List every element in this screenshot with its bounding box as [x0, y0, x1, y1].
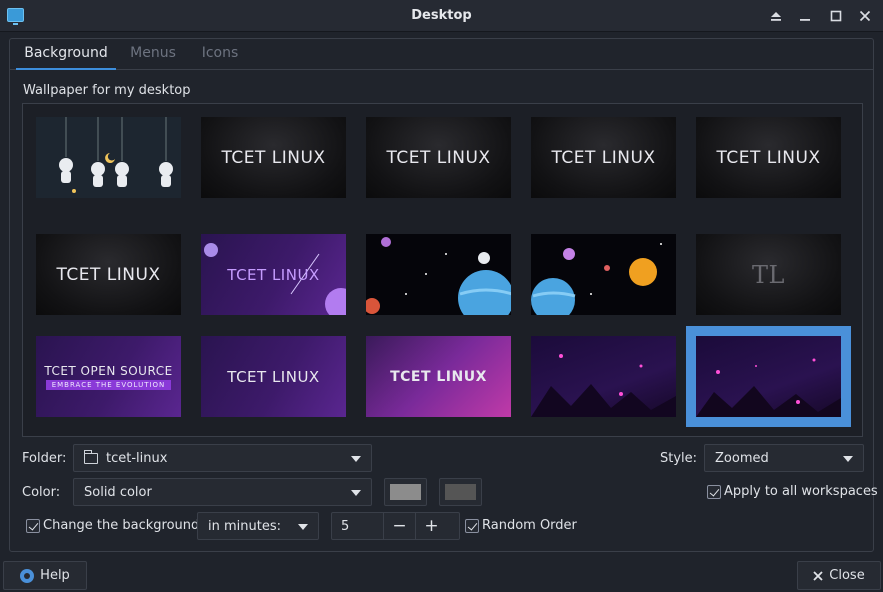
interval-value: 5 [341, 519, 350, 534]
wallpaper-thumbnail[interactable]: TCET LINUX [531, 117, 676, 198]
help-button[interactable]: Help [3, 561, 87, 590]
wallpaper-caption: TCET LINUX [390, 368, 487, 385]
primary-color-swatch [390, 484, 421, 500]
chevron-down-icon [351, 456, 361, 462]
folder-icon [84, 450, 98, 464]
wallpaper-grid: TCET LINUX TCET LINUX TCET LINUX TCET LI… [22, 103, 863, 437]
random-order-checkbox[interactable] [465, 519, 479, 533]
window-title: Desktop [411, 8, 472, 23]
title-bar: Desktop [0, 0, 883, 32]
astronauts-icon [59, 117, 173, 193]
folder-value: tcet-linux [106, 451, 168, 466]
apply-all-checkbox[interactable] [707, 485, 721, 499]
wallpaper-caption: TCET LINUX [716, 147, 821, 168]
eject-icon[interactable] [766, 6, 786, 26]
color-mode-dropdown[interactable]: Solid color [73, 478, 372, 506]
close-icon[interactable] [855, 6, 875, 26]
tab-menus[interactable]: Menus [118, 39, 188, 70]
primary-color-button[interactable] [384, 478, 427, 506]
tab-icons[interactable]: Icons [190, 39, 250, 70]
chevron-down-icon [351, 490, 361, 496]
wallpaper-thumbnail[interactable] [531, 336, 676, 417]
wallpaper-thumbnail[interactable]: TCET LINUX [201, 234, 346, 315]
wallpaper-thumbnail[interactable] [366, 234, 511, 315]
wallpaper-caption: TCET LINUX [56, 264, 161, 285]
tab-bar: Background Menus Icons [10, 39, 873, 70]
wallpaper-thumbnail[interactable]: TCET LINUX [366, 117, 511, 198]
wallpaper-thumbnail[interactable] [531, 234, 676, 315]
color-mode-value: Solid color [84, 485, 152, 500]
wallpaper-caption: TCET LINUX [386, 147, 491, 168]
close-icon [813, 570, 823, 581]
tab-background[interactable]: Background [16, 39, 116, 70]
folder-dropdown[interactable]: tcet-linux [73, 444, 372, 472]
help-icon [20, 568, 35, 583]
abstract-scene-icon [531, 354, 676, 417]
change-background-label: Change the background [43, 518, 200, 533]
chevron-down-icon [843, 456, 853, 462]
wallpaper-caption: TL [752, 260, 785, 289]
wallpaper-thumbnail[interactable]: TCET OPEN SOURCE EMBRACE THE EVOLUTION [36, 336, 181, 417]
wallpaper-thumbnail[interactable]: TCET LINUX [696, 117, 841, 198]
secondary-color-swatch [445, 484, 476, 500]
wallpaper-thumbnail[interactable]: TCET LINUX [366, 336, 511, 417]
minus-icon[interactable]: − [383, 513, 415, 539]
chevron-down-icon [298, 524, 308, 530]
style-label: Style: [660, 451, 698, 466]
wallpaper-thumbnail[interactable] [36, 117, 181, 198]
plus-icon[interactable]: + [415, 513, 447, 539]
apply-all-label: Apply to all workspaces [724, 484, 878, 499]
interval-spinbox[interactable]: 5 − + [331, 512, 460, 540]
wallpaper-caption: TCET LINUX [551, 147, 656, 168]
interval-mode-value: in minutes: [208, 519, 281, 534]
color-label: Color: [22, 485, 61, 500]
style-value: Zoomed [715, 451, 769, 466]
settings-panel: Background Menus Icons Wallpaper for my … [9, 38, 878, 552]
wallpaper-thumbnail-selected[interactable] [686, 326, 851, 427]
wallpaper-thumbnail[interactable]: TCET LINUX [36, 234, 181, 315]
wallpaper-thumbnail[interactable]: TL [696, 234, 841, 315]
help-button-label: Help [40, 568, 70, 583]
maximize-icon[interactable] [826, 6, 846, 26]
abstract-scene-icon [696, 358, 841, 417]
close-button[interactable]: Close [797, 561, 881, 590]
style-dropdown[interactable]: Zoomed [704, 444, 864, 472]
wallpaper-subcaption: EMBRACE THE EVOLUTION [45, 379, 172, 390]
secondary-color-button[interactable] [439, 478, 482, 506]
change-background-checkbox[interactable] [26, 519, 40, 533]
folder-label: Folder: [22, 451, 67, 466]
space-scene-icon [531, 243, 662, 315]
close-button-label: Close [829, 568, 865, 583]
wallpaper-section-label: Wallpaper for my desktop [23, 83, 191, 98]
minimize-icon[interactable] [795, 6, 815, 26]
wallpaper-caption: TCET LINUX [227, 367, 320, 386]
space-scene-icon [366, 237, 511, 315]
wallpaper-caption: TCET LINUX [221, 147, 326, 168]
wallpaper-thumbnail[interactable]: TCET LINUX [201, 117, 346, 198]
random-order-label: Random Order [482, 518, 577, 533]
wallpaper-caption: TCET OPEN SOURCE [44, 363, 173, 378]
interval-mode-dropdown[interactable]: in minutes: [197, 512, 319, 540]
wallpaper-caption: TCET LINUX [227, 265, 320, 284]
wallpaper-thumbnail[interactable]: TCET LINUX [201, 336, 346, 417]
